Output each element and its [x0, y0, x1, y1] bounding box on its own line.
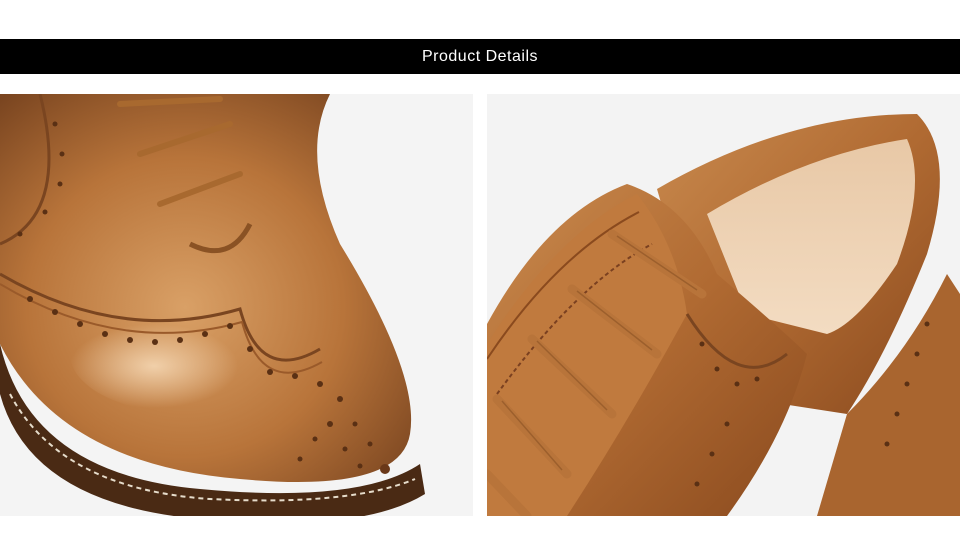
oxford-laces-photo [487, 94, 960, 516]
brogue-toe-photo [0, 94, 473, 516]
brogue-toe-icon [0, 94, 473, 516]
product-details-banner: Product Details [0, 39, 960, 74]
oxford-laces-icon [487, 94, 960, 516]
banner-title: Product Details [422, 47, 538, 65]
